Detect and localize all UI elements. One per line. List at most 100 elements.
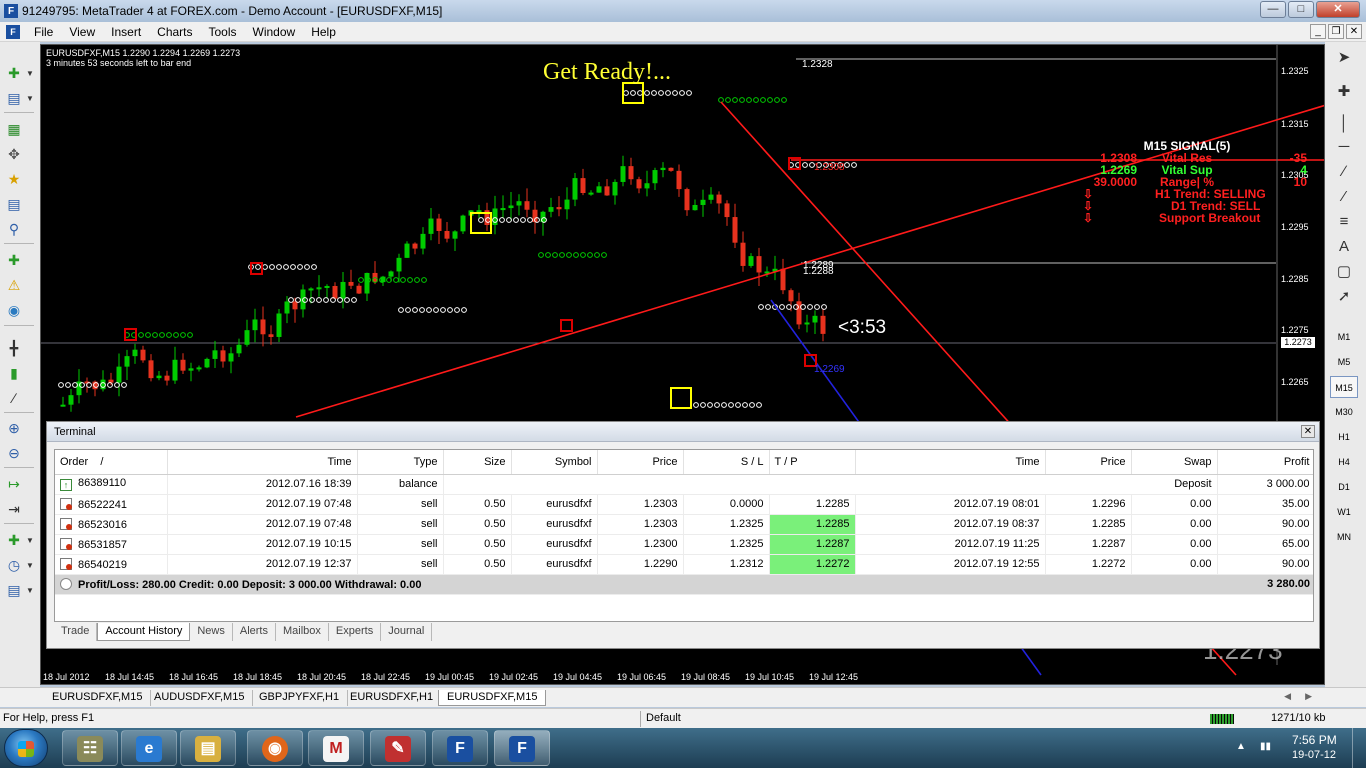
templates-icon[interactable]: ▤: [4, 581, 24, 599]
tab-mailbox[interactable]: Mailbox: [276, 623, 329, 641]
taskbar-app-2[interactable]: e: [121, 730, 177, 766]
minimize-button[interactable]: —: [1260, 1, 1286, 18]
menu-charts[interactable]: Charts: [149, 25, 200, 39]
fibonacci-icon[interactable]: ≡: [1333, 212, 1355, 232]
text-tool-icon[interactable]: A: [1333, 237, 1355, 257]
table-row[interactable]: 86531857 2012.07.19 10:15 sell 0.50 eurusdfx…: [55, 534, 1313, 555]
maximize-button[interactable]: □: [1288, 1, 1314, 18]
chevron-down-icon[interactable]: ▼: [26, 94, 34, 103]
vertical-line-icon[interactable]: │: [1333, 114, 1355, 134]
menu-insert[interactable]: Insert: [103, 25, 149, 39]
column-header-close-price[interactable]: Price: [1045, 450, 1132, 475]
timeframe-w1[interactable]: W1: [1330, 501, 1358, 523]
zoom-out-icon[interactable]: ⊖: [4, 444, 24, 462]
chevron-down-icon[interactable]: ▼: [26, 586, 34, 595]
metatrader-app-icon[interactable]: F: [4, 4, 18, 18]
chart-tab-eurusdfxf-m15-active[interactable]: EURUSDFXF,M15: [438, 690, 547, 706]
line-chart-icon[interactable]: ∕: [4, 389, 24, 407]
candlestick-icon[interactable]: ▮: [4, 364, 24, 382]
column-header-order[interactable]: Order /: [55, 450, 168, 475]
bar-chart-icon[interactable]: ╋: [4, 339, 24, 357]
column-header-time[interactable]: Time: [167, 450, 358, 475]
tab-scroll-arrows-icon[interactable]: ◀▶: [1284, 691, 1326, 702]
taskbar-app-7[interactable]: F: [432, 730, 488, 766]
chart-tab-audusdfxf-m15[interactable]: AUDUSDFXF,M15: [146, 690, 254, 706]
zoom-in-icon[interactable]: ⊕: [4, 419, 24, 437]
start-button[interactable]: [4, 729, 48, 767]
connection-bars-icon[interactable]: [1210, 714, 1234, 724]
crosshair-icon[interactable]: ✚: [1333, 82, 1355, 102]
periods-clock-icon[interactable]: ◷: [4, 556, 24, 574]
terminal-close-button[interactable]: ✕: [1301, 425, 1315, 438]
menu-window[interactable]: Window: [245, 25, 304, 39]
timeframe-h4[interactable]: H4: [1330, 451, 1358, 473]
tab-experts[interactable]: Experts: [329, 623, 382, 641]
profiles-icon[interactable]: ▤: [4, 89, 24, 107]
column-header-swap[interactable]: Swap: [1131, 450, 1218, 475]
clock-time[interactable]: 7:56 PM: [1292, 733, 1337, 747]
column-header-tp[interactable]: T / P: [769, 450, 856, 475]
column-header-type[interactable]: Type: [357, 450, 444, 475]
column-header-price[interactable]: Price: [597, 450, 684, 475]
timeframe-m5[interactable]: M5: [1330, 351, 1358, 373]
data-window-icon[interactable]: ✥: [4, 145, 24, 163]
menu-view[interactable]: View: [61, 25, 103, 39]
taskbar-app-3[interactable]: ▤: [180, 730, 236, 766]
tab-journal[interactable]: Journal: [381, 623, 433, 641]
chevron-down-icon[interactable]: ▼: [26, 536, 34, 545]
new-chart-icon[interactable]: ✚: [4, 64, 24, 82]
autotrading-icon[interactable]: ◉: [4, 301, 24, 319]
column-header-sl[interactable]: S / L: [683, 450, 770, 475]
menu-file[interactable]: File: [26, 25, 61, 39]
table-row[interactable]: 86522241 2012.07.19 07:48 sell 0.50 eurusdfx…: [55, 494, 1313, 515]
timeframe-h1[interactable]: H1: [1330, 426, 1358, 448]
navigator-icon[interactable]: ★: [4, 170, 24, 188]
tray-expand-icon[interactable]: ▲: [1236, 741, 1246, 752]
timeframe-m30[interactable]: M30: [1330, 401, 1358, 423]
child-restore-button[interactable]: ❐: [1328, 24, 1344, 39]
market-watch-icon[interactable]: ▦: [4, 120, 24, 138]
network-signal-icon[interactable]: ▮▮: [1260, 741, 1271, 752]
table-row-balance[interactable]: ↑ 86389110 2012.07.16 18:39 balance Depos…: [55, 474, 1313, 495]
new-order-icon[interactable]: ✚: [4, 251, 24, 269]
table-row[interactable]: 86540219 2012.07.19 12:37 sell 0.50 eurusdfx…: [55, 554, 1313, 575]
taskbar-app-8-active[interactable]: F: [494, 730, 550, 766]
show-desktop-button[interactable]: [1352, 728, 1366, 768]
trendline-icon[interactable]: ∕: [1333, 162, 1355, 182]
indicators-icon[interactable]: ✚: [4, 531, 24, 549]
taskbar-app-5[interactable]: M: [308, 730, 364, 766]
timeframe-m15[interactable]: M15: [1330, 376, 1358, 398]
child-close-button[interactable]: ✕: [1346, 24, 1362, 39]
menu-tools[interactable]: Tools: [201, 25, 245, 39]
close-window-button[interactable]: ✕: [1316, 1, 1360, 18]
timeframe-m1[interactable]: M1: [1330, 326, 1358, 348]
tab-news[interactable]: News: [190, 623, 233, 641]
table-row[interactable]: 86523016 2012.07.19 07:48 sell 0.50 eurusdfx…: [55, 514, 1313, 535]
tab-trade[interactable]: Trade: [54, 623, 98, 641]
label-tool-icon[interactable]: ▢: [1333, 262, 1355, 282]
strategy-tester-icon[interactable]: ⚲: [4, 220, 24, 238]
column-header-profit[interactable]: Profit: [1217, 450, 1313, 475]
tab-alerts[interactable]: Alerts: [233, 623, 276, 641]
column-header-close-time[interactable]: Time: [855, 450, 1046, 475]
taskbar-app-6[interactable]: ✎: [370, 730, 426, 766]
timeframe-mn[interactable]: MN: [1330, 526, 1358, 548]
chevron-down-icon[interactable]: ▼: [26, 561, 34, 570]
child-minimize-button[interactable]: _: [1310, 24, 1326, 39]
menu-help[interactable]: Help: [303, 25, 344, 39]
chart-window-icon[interactable]: F: [6, 24, 20, 39]
chevron-down-icon[interactable]: ▼: [26, 69, 34, 78]
timeframe-d1[interactable]: D1: [1330, 476, 1358, 498]
channel-icon[interactable]: ⁄: [1333, 187, 1355, 207]
horizontal-line-icon[interactable]: ─: [1333, 137, 1355, 157]
terminal-icon[interactable]: ▤: [4, 195, 24, 213]
chart-shift-icon[interactable]: ⇥: [4, 500, 24, 518]
taskbar-app-1[interactable]: ☷: [62, 730, 118, 766]
tab-account-history[interactable]: Account History: [97, 623, 191, 641]
clock-date[interactable]: 19-07-12: [1292, 749, 1336, 761]
chart-tab-eurusdfxf-m15[interactable]: EURUSDFXF,M15: [44, 690, 152, 706]
column-header-size[interactable]: Size: [443, 450, 512, 475]
auto-scroll-icon[interactable]: ↦: [4, 475, 24, 493]
chart-tab-eurusdfxf-h1[interactable]: EURUSDFXF,H1: [342, 690, 443, 706]
expert-advisors-icon[interactable]: ⚠: [4, 276, 24, 294]
